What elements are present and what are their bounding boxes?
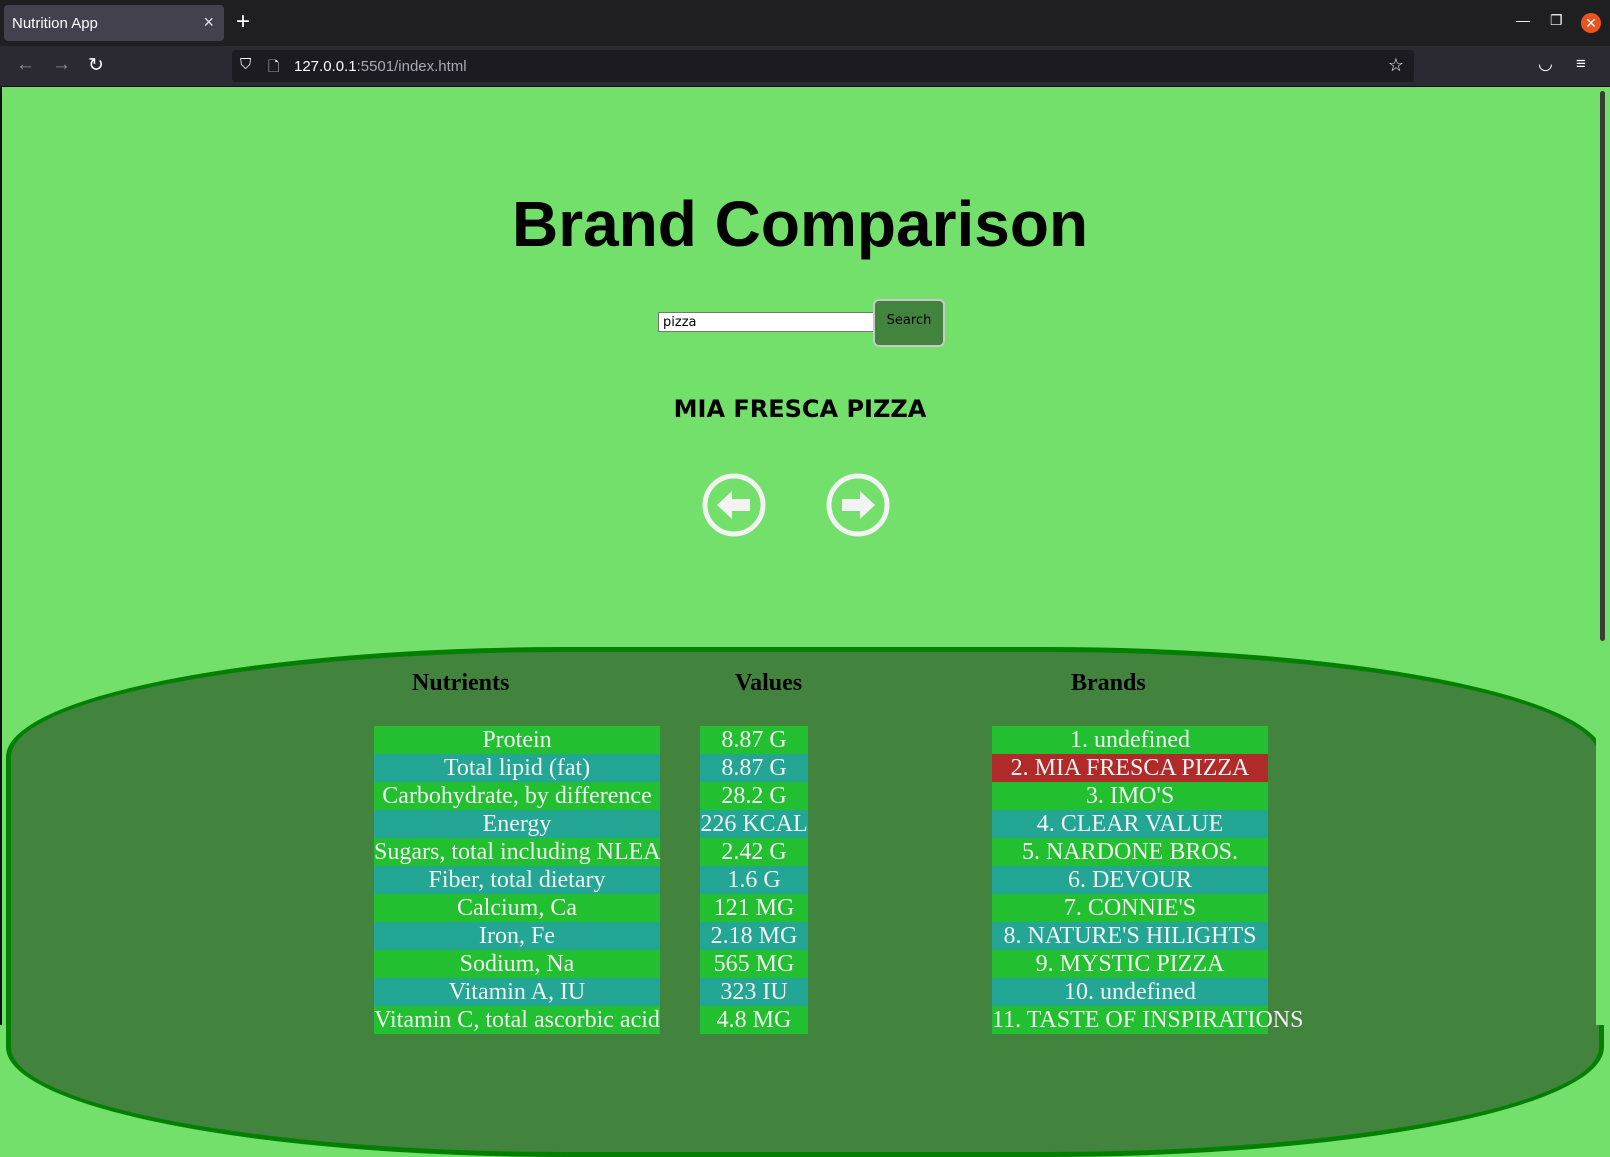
brand-row[interactable]: 6. DEVOUR [992, 866, 1268, 894]
brand-list: 1. undefined 2. MIA FRESCA PIZZA 3. IMO'S 4… [992, 726, 1303, 1034]
values-header: Values [735, 670, 803, 696]
brands-header: Brands [1071, 670, 1146, 696]
previous-arrow-icon[interactable] [701, 472, 767, 538]
nutrient-row: Vitamin A, IU [374, 978, 660, 1006]
value-row: 565 MG [700, 950, 808, 978]
brand-row[interactable]: 9. MYSTIC PIZZA [992, 950, 1268, 978]
nutrient-row: Fiber, total dietary [374, 866, 660, 894]
bookmark-star-icon[interactable]: ☆ [1388, 55, 1404, 76]
page-content: Brand Comparison Search MIA FRESCA PIZZA… [0, 87, 1604, 1157]
value-list: 8.87 G 8.87 G 28.2 G 226 KCAL 2.42 G 1.6 G 121… [700, 726, 808, 1034]
brand-row[interactable]: 5. NARDONE BROS. [992, 838, 1268, 866]
nutrient-row: Sodium, Na [374, 950, 660, 978]
value-row: 8.87 G [700, 754, 808, 782]
scrollbar-thumb[interactable] [1600, 91, 1605, 641]
value-row: 2.18 MG [700, 922, 808, 950]
browser-navbar: ← → ↻ ⛉ 🗋 127.0.0.1:5501/index.html ☆ ◡ … [0, 46, 1610, 87]
nutrient-row: Sugars, total including NLEA [374, 838, 661, 866]
nutrient-row: Total lipid (fat) [374, 754, 660, 782]
nutrient-row: Carbohydrate, by difference [374, 782, 660, 810]
nutrient-row: Energy [374, 810, 660, 838]
page-icon[interactable]: 🗋 [268, 56, 279, 80]
forward-icon[interactable]: → [52, 54, 71, 76]
page-scrollbar[interactable] [1596, 87, 1610, 1025]
nutrients-header: Nutrients [412, 670, 510, 696]
url-host: 127.0.0.1 [294, 58, 357, 75]
new-tab-icon[interactable]: + [236, 8, 250, 36]
tab-title: Nutrition App [12, 15, 98, 32]
next-arrow-icon[interactable] [825, 472, 891, 538]
value-row: 28.2 G [700, 782, 808, 810]
brand-row[interactable]: 4. CLEAR VALUE [992, 810, 1268, 838]
product-name: MIA FRESCA PIZZA [673, 395, 927, 423]
pocket-icon[interactable]: ◡ [1538, 54, 1553, 74]
browser-tab[interactable]: Nutrition App × [4, 5, 224, 41]
brand-row[interactable]: 7. CONNIE'S [992, 894, 1268, 922]
brand-row[interactable]: 10. undefined [992, 978, 1268, 1006]
nutrient-row: Iron, Fe [374, 922, 660, 950]
tab-close-icon[interactable]: × [203, 12, 214, 33]
brand-row-selected[interactable]: 2. MIA FRESCA PIZZA [992, 754, 1268, 782]
url-bar[interactable]: ⛉ 🗋 127.0.0.1:5501/index.html ☆ [232, 50, 1414, 82]
minimize-icon[interactable]: — [1516, 12, 1530, 28]
brand-row[interactable]: 3. IMO'S [992, 782, 1268, 810]
window-close-icon[interactable]: ✕ [1581, 13, 1601, 33]
brand-row[interactable]: 11. TASTE OF INSPIRATIONS [992, 1006, 1303, 1034]
back-icon[interactable]: ← [16, 54, 35, 76]
url-text[interactable]: 127.0.0.1:5501/index.html [294, 58, 467, 75]
value-row: 2.42 G [700, 838, 808, 866]
brand-row[interactable]: 8. NATURE'S HILIGHTS [992, 922, 1268, 950]
value-row: 1.6 G [700, 866, 808, 894]
nutrient-row: Protein [374, 726, 660, 754]
value-row: 323 IU [700, 978, 808, 1006]
search-button[interactable]: Search [873, 299, 945, 347]
shield-icon[interactable]: ⛉ [240, 56, 251, 73]
menu-icon[interactable]: ≡ [1576, 54, 1586, 74]
value-row: 226 KCAL [700, 810, 808, 838]
url-path: :5501/index.html [356, 58, 467, 75]
value-row: 121 MG [700, 894, 808, 922]
reload-icon[interactable]: ↻ [88, 54, 104, 77]
restore-icon[interactable]: ❐ [1550, 12, 1563, 29]
search-input[interactable] [658, 312, 876, 332]
nutrient-row: Calcium, Ca [374, 894, 660, 922]
nutrient-row: Vitamin C, total ascorbic acid [374, 1006, 660, 1034]
value-row: 4.8 MG [700, 1006, 808, 1034]
page-title: Brand Comparison [511, 188, 1089, 260]
browser-titlebar: Nutrition App × + — ❐ ✕ [0, 0, 1610, 46]
value-row: 8.87 G [700, 726, 808, 754]
nutrient-list: Protein Total lipid (fat) Carbohydrate, by… [374, 726, 661, 1034]
brand-row[interactable]: 1. undefined [992, 726, 1268, 754]
